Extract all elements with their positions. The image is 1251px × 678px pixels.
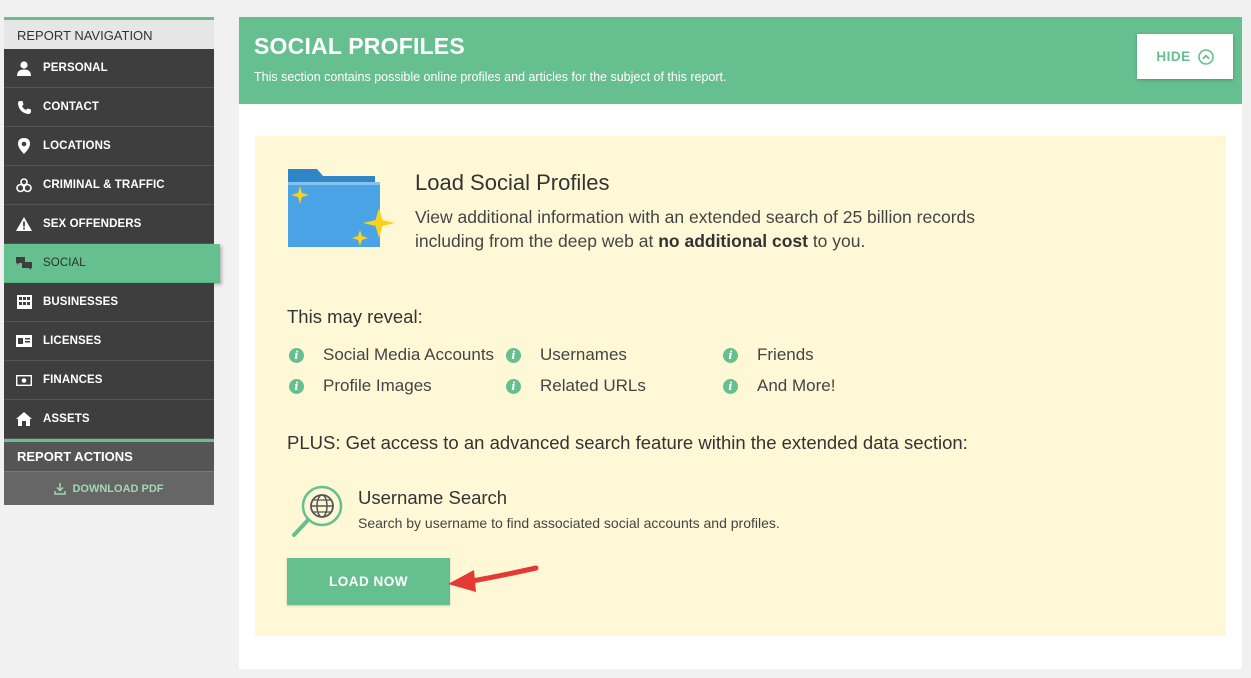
sidebar-item-locations[interactable]: LOCATIONS [4,127,214,166]
sidebar-item-label: CRIMINAL & TRAFFIC [43,179,165,191]
load-social-panel: Load Social Profiles View additional inf… [255,136,1226,636]
reveal-item-label: Profile Images [323,376,432,395]
info-icon: i [289,347,304,363]
sidebar-item-criminal-traffic[interactable]: CRIMINAL & TRAFFIC [4,166,214,205]
reveal-item-label: Friends [757,345,814,364]
report-actions-header: REPORT ACTIONS [4,439,214,471]
reveal-item-label: Social Media Accounts [323,345,495,364]
location-pin-icon [16,138,32,154]
sidebar-item-assets[interactable]: ASSETS [4,400,214,439]
phone-icon [16,99,32,115]
info-icon: i [723,347,738,363]
section-subtitle: This section contains possible online pr… [254,70,727,84]
hide-button[interactable]: HIDE [1137,34,1233,79]
report-sidebar: REPORT NAVIGATION PERSONAL CONTACT LOCAT… [4,17,220,505]
download-icon [54,482,67,495]
info-icon: i [506,347,521,363]
sidebar-item-label: CONTACT [43,101,100,113]
chevron-up-circle-icon [1197,48,1214,65]
username-search-description: Search by username to find associated so… [358,515,780,531]
reveal-item: i And More! [723,376,835,396]
download-pdf-button[interactable]: DOWNLOAD PDF [4,471,214,505]
reveal-item: i Friends [723,345,814,365]
reveal-item: i Usernames [506,345,627,365]
sidebar-item-personal[interactable]: PERSONAL [4,49,214,88]
sidebar-item-label: SEX OFFENDERS [43,218,142,230]
sidebar-item-label: LOCATIONS [43,140,111,152]
report-navigation-header: REPORT NAVIGATION [4,17,214,49]
download-pdf-label: DOWNLOAD PDF [72,482,164,495]
handcuffs-icon [16,177,32,193]
desc-bold: no additional cost [658,230,808,251]
reveal-item: i Related URLs [506,376,646,396]
money-icon [16,372,32,388]
section-banner: SOCIAL PROFILES This section contains po… [239,17,1242,104]
hide-label: HIDE [1156,49,1191,64]
plus-feature-text: PLUS: Get access to an advanced search f… [287,432,968,453]
sidebar-item-label: ASSETS [43,413,90,425]
info-icon: i [506,378,521,394]
sidebar-item-label: FINANCES [43,374,103,386]
reveal-item-label: Usernames [540,345,627,364]
id-card-icon [16,333,32,349]
main-content: SOCIAL PROFILES This section contains po… [239,17,1242,669]
sidebar-item-finances[interactable]: FINANCES [4,361,214,400]
red-arrow-annotation [448,565,539,592]
sidebar-item-sex-offenders[interactable]: SEX OFFENDERS [4,205,214,244]
home-icon [16,411,32,427]
reveal-item-label: And More! [757,376,836,395]
sidebar-item-businesses[interactable]: BUSINESSES [4,283,214,322]
desc-part-2: to you. [807,230,866,251]
folder-icon [285,166,400,256]
info-icon: i [289,378,304,394]
section-title: SOCIAL PROFILES [254,33,465,59]
reveal-item: i Social Media Accounts [289,345,494,365]
username-search-title: Username Search [358,487,508,508]
load-now-button[interactable]: LOAD NOW [287,558,450,605]
sidebar-item-social[interactable]: SOCIAL [4,244,220,283]
reveal-item-label: Related URLs [540,376,646,395]
sidebar-item-licenses[interactable]: LICENSES [4,322,214,361]
reveal-item: i Profile Images [289,376,432,396]
reveal-title: This may reveal: [287,306,423,327]
sidebar-item-label: BUSINESSES [43,296,119,308]
sidebar-item-contact[interactable]: CONTACT [4,88,214,127]
load-social-title: Load Social Profiles [415,170,610,195]
sidebar-item-label: LICENSES [43,335,102,347]
info-icon: i [723,378,738,394]
sidebar-item-label: SOCIAL [43,257,86,269]
globe-search-icon [291,484,347,545]
person-icon [16,60,32,76]
chat-bubbles-icon [16,255,32,271]
warning-icon [16,216,32,232]
load-social-description: View additional information with an exte… [415,206,975,253]
building-icon [16,294,32,310]
sidebar-item-label: PERSONAL [43,62,108,74]
